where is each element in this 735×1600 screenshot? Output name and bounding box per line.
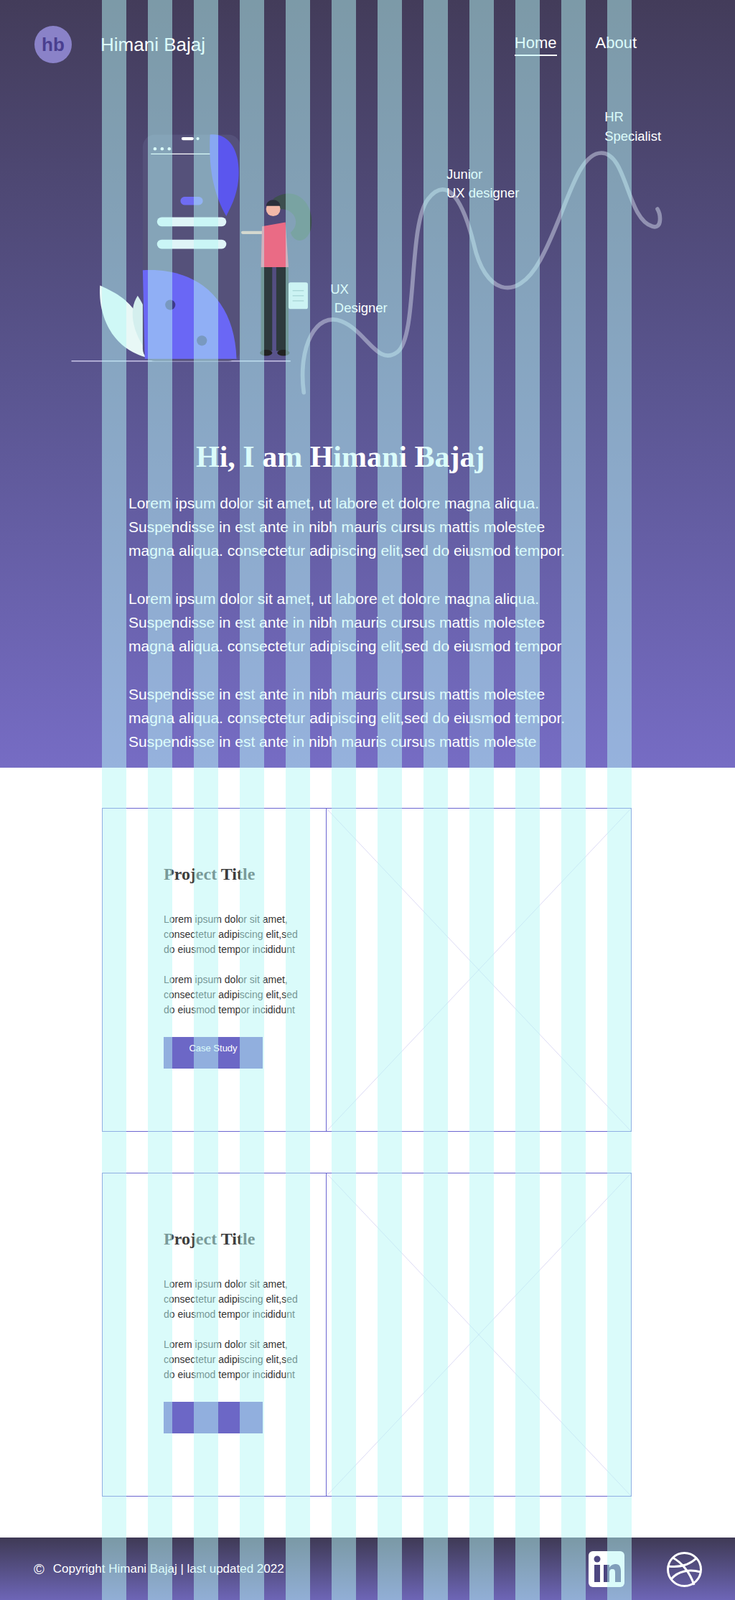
image-placeholder-icon: [326, 808, 631, 1131]
project-info: Project Title Lorem ipsum dolor sit amet…: [102, 1172, 327, 1496]
hero: UXDesignerJuniorUX designerHRSpecialist …: [0, 0, 735, 768]
project-info: Project Title Lorem ipsum dolor sit amet…: [102, 808, 327, 1131]
project-title: Project Title: [163, 862, 319, 885]
intro-paragraph: Suspendisse in est ante in nibh mauris c…: [128, 681, 735, 753]
project-image: [326, 1172, 631, 1496]
project-card: Project Title Lorem ipsum dolor sit amet…: [101, 1172, 632, 1496]
intro: Lorem ipsum dolor sit amet, ut labore et…: [0, 474, 735, 753]
project-description: Lorem ipsum dolor sit amet,consectetur a…: [163, 1336, 319, 1382]
logo-icon[interactable]: hb: [34, 25, 72, 64]
site-header: hb Himani Bajaj Home About: [0, 0, 735, 64]
nav-item[interactable]: About: [595, 33, 638, 56]
project-description: Lorem ipsum dolor sit amet,consectetur a…: [163, 1276, 319, 1322]
woman-icon: [242, 193, 312, 357]
project-description: Lorem ipsum dolor sit amet,consectetur a…: [163, 911, 319, 957]
project-description: Lorem ipsum dolor sit amet,consectetur a…: [163, 971, 319, 1018]
case-study-button[interactable]: [163, 1401, 263, 1433]
projects: Project Title Lorem ipsum dolor sit amet…: [0, 767, 735, 1537]
project-title: Project Title: [163, 1227, 319, 1249]
project-card: Project Title Lorem ipsum dolor sit amet…: [101, 807, 632, 1132]
grid-column: [285, 0, 311, 1600]
grid-column: [331, 0, 357, 1600]
grid-column: [607, 0, 632, 1600]
site-name[interactable]: Himani Bajaj: [100, 33, 206, 56]
career-illustration: UXDesigner JuniorUX designer HRSpecialist: [0, 0, 735, 510]
dribbble-icon[interactable]: [665, 1549, 704, 1588]
portfolio-page: UXDesignerJuniorUX designerHRSpecialist …: [0, 0, 735, 1600]
project-image: [326, 808, 631, 1131]
grid-column: [515, 0, 540, 1600]
hero-heading: Hi, I am Himani Bajaj: [195, 438, 735, 475]
career-path-line: [302, 152, 661, 393]
grid-column: [423, 0, 448, 1600]
copyright-text: Copyright Himani Bajaj | last updated 20…: [53, 1561, 285, 1576]
leaf-icon: [99, 285, 154, 359]
grid-column: [377, 0, 402, 1600]
nav-item[interactable]: Home: [514, 33, 557, 56]
intro-paragraph: Lorem ipsum dolor sit amet, ut labore et…: [128, 490, 735, 563]
career-label: JuniorUX designer: [446, 166, 519, 201]
grid-column: [469, 0, 494, 1600]
social-links: [588, 1549, 704, 1588]
layout-grid-overlay: [101, 0, 632, 1600]
copyright: © Copyright Himani Bajaj | last updated …: [33, 1560, 285, 1577]
intro-paragraph: Lorem ipsum dolor sit amet, ut labore et…: [128, 586, 735, 658]
phone-icon: [142, 134, 241, 361]
grid-column: [147, 0, 173, 1600]
nav: Home About: [514, 33, 637, 56]
grid-column: [561, 0, 586, 1600]
grid-column: [239, 0, 265, 1600]
brand[interactable]: hb Himani Bajaj: [34, 25, 206, 64]
career-label: UXDesigner: [330, 281, 387, 316]
career-label: HRSpecialist: [604, 109, 662, 144]
image-placeholder-icon: [326, 1172, 631, 1496]
linkedin-icon[interactable]: [588, 1550, 625, 1587]
case-study-button[interactable]: Case Study: [163, 1036, 263, 1069]
copyright-icon: ©: [33, 1560, 45, 1577]
grid-column: [193, 0, 219, 1600]
grid-column: [101, 0, 127, 1600]
footer: © Copyright Himani Bajaj | last updated …: [0, 1536, 735, 1600]
